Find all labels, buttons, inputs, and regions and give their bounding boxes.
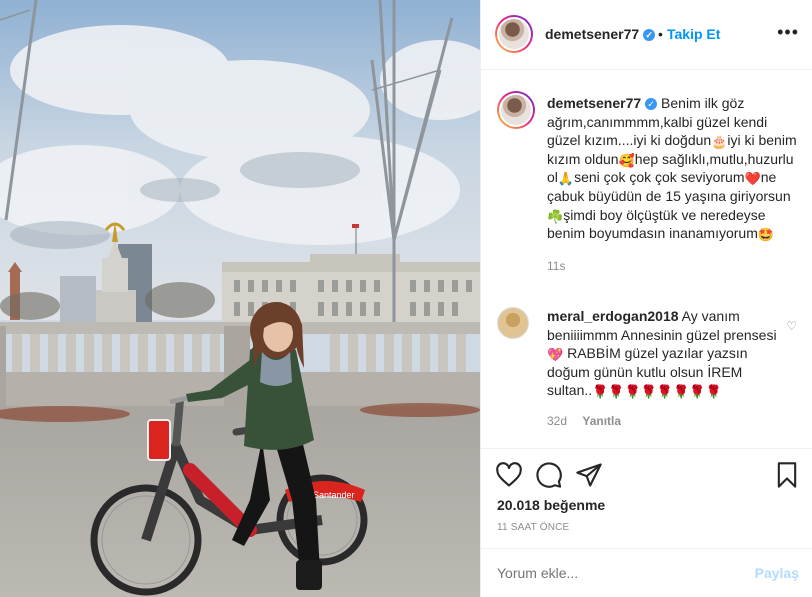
- add-comment-bar: Paylaş: [481, 548, 812, 597]
- comment-input[interactable]: [497, 565, 737, 581]
- heart-emoji-icon: ❤️: [744, 171, 761, 187]
- more-options-icon[interactable]: •••: [777, 22, 799, 43]
- post-photo[interactable]: Santander: [0, 0, 480, 597]
- post-side-panel: demetsener77 ✓ • Takip Et ••• demetsener7…: [480, 0, 812, 597]
- caption-verified-icon: ✓: [645, 98, 658, 111]
- smile-hearts-emoji-icon: 🥰: [618, 152, 635, 168]
- reply-button[interactable]: Yanıtla: [582, 414, 621, 428]
- comment-timestamp[interactable]: 32d: [547, 414, 567, 428]
- post-timestamp[interactable]: 11 SAAT ÖNCE: [497, 522, 569, 533]
- follow-button[interactable]: Takip Et: [667, 26, 720, 42]
- sparkle-heart-emoji-icon: 💖: [547, 347, 564, 363]
- clover-emoji-icon: ☘️: [547, 208, 564, 224]
- pray-emoji-icon: 🙏: [557, 171, 575, 187]
- author-avatar[interactable]: [495, 15, 533, 53]
- comment-bubble-icon[interactable]: [535, 461, 563, 489]
- caption-username[interactable]: demetsener77: [547, 95, 641, 111]
- author-username[interactable]: demetsener77 ✓: [545, 26, 656, 42]
- caption-text-part: seni çok çok çok seviyorum: [574, 169, 745, 186]
- caption-avatar[interactable]: [497, 91, 535, 129]
- comment-like-heart-icon[interactable]: ♡: [786, 319, 797, 333]
- balustrade: [0, 322, 480, 406]
- bike-brand: Santander: [313, 490, 355, 500]
- comment-item: meral_erdogan2018 Ay vanım beniiiimmm An…: [497, 307, 797, 428]
- commenter-username[interactable]: meral_erdogan2018: [547, 308, 679, 324]
- caption-text: demetsener77 ✓ Benim ilk göz ağrım,canımm…: [547, 91, 797, 243]
- commenter-avatar[interactable]: [497, 307, 529, 339]
- caption-text-part: şimdi boy ölçüştük ve neredeyse benim bo…: [547, 206, 766, 242]
- share-send-icon[interactable]: [575, 461, 603, 489]
- save-bookmark-icon[interactable]: [773, 461, 801, 489]
- post-comment-button[interactable]: Paylaş: [755, 565, 799, 581]
- like-heart-icon[interactable]: [495, 461, 523, 489]
- photo-scene: Santander: [0, 0, 480, 597]
- verified-badge-icon: ✓: [643, 29, 656, 42]
- author-username-text[interactable]: demetsener77: [545, 26, 639, 42]
- comment-meta: 32d Yanıtla: [547, 414, 797, 428]
- post-caption: demetsener77 ✓ Benim ilk göz ağrım,canımm…: [497, 91, 797, 273]
- header-separator: •: [658, 26, 663, 42]
- post-header: demetsener77 ✓ • Takip Et •••: [481, 0, 812, 70]
- caption-timestamp[interactable]: 11s: [547, 259, 797, 273]
- post-actions: 20.018 beğenme 11 SAAT ÖNCE: [481, 448, 812, 548]
- roses-emoji-icon: 🌹🌹🌹🌹🌹🌹🌹🌹: [592, 384, 722, 400]
- comment-text: meral_erdogan2018 Ay vanım beniiiimmm An…: [547, 307, 777, 400]
- likes-count[interactable]: 20.018 beğenme: [497, 497, 605, 513]
- comments-section[interactable]: demetsener77 ✓ Benim ilk göz ağrım,canımm…: [481, 71, 812, 448]
- cake-emoji-icon: 🎂: [711, 134, 728, 150]
- star-eyes-emoji-icon: 🤩: [757, 227, 775, 243]
